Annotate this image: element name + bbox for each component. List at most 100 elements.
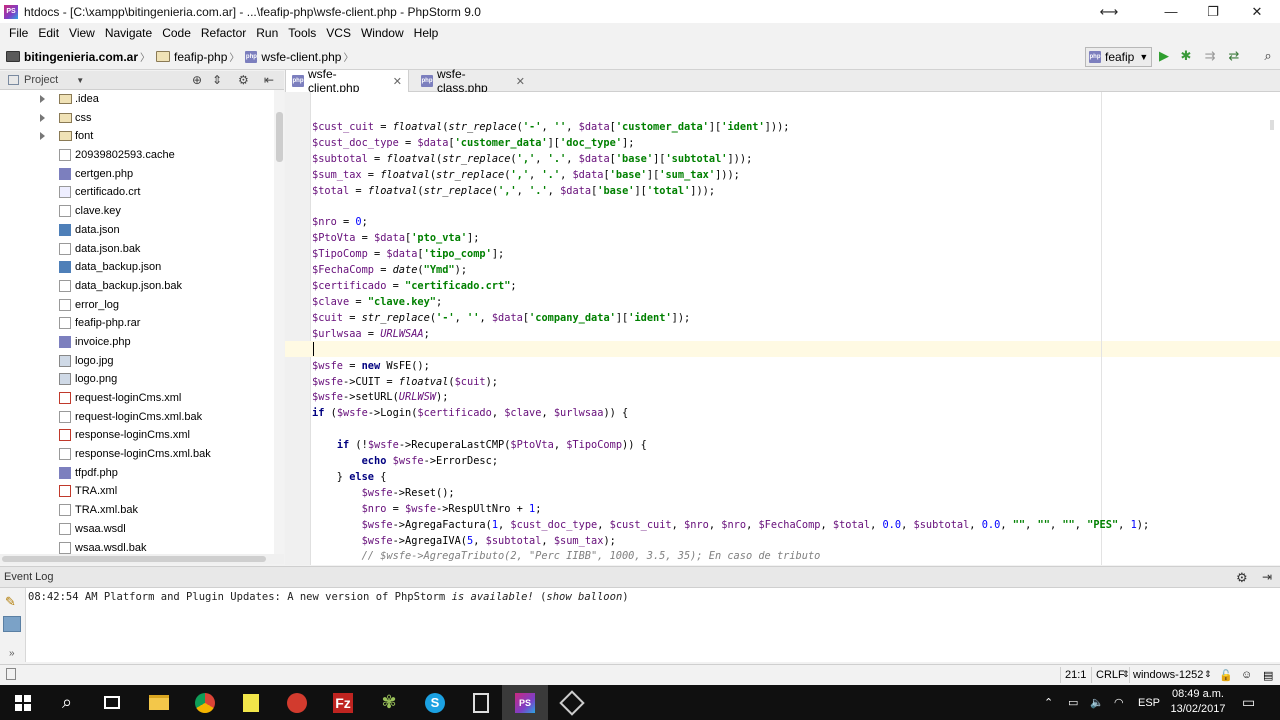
wrench-icon[interactable]: ✎: [5, 594, 16, 610]
wifi-icon[interactable]: ◠: [1114, 685, 1124, 720]
chevron-down-icon[interactable]: ▼: [76, 76, 84, 85]
code-line[interactable]: $certificado = "certificado.crt";: [312, 279, 1149, 295]
tree-file[interactable]: 20939802593.cache: [0, 146, 274, 165]
code-line[interactable]: $wsfe->Reset();: [312, 486, 1149, 502]
tree-file[interactable]: request-loginCms.xml: [0, 389, 274, 408]
menu-vcs[interactable]: VCS: [321, 26, 356, 40]
tree-folder[interactable]: css: [0, 109, 274, 128]
code-line[interactable]: if (!$wsfe->RecuperaLastCMP($PtoVta, $Ti…: [312, 438, 1149, 454]
restore-button[interactable]: ❐: [1190, 0, 1236, 23]
tool-icon[interactable]: ✾: [366, 685, 412, 720]
tree-folder[interactable]: font: [0, 127, 274, 146]
show-balloon-link[interactable]: show balloon: [546, 591, 622, 603]
menu-refactor[interactable]: Refactor: [196, 26, 251, 40]
caret-position[interactable]: 21:1: [1065, 669, 1086, 681]
code-line[interactable]: $sum_tax = floatval(str_replace(',', '.'…: [312, 168, 1149, 184]
show-hidden-icons[interactable]: ⌃: [1044, 685, 1053, 720]
project-panel-title[interactable]: Project: [24, 74, 58, 86]
chrome-icon[interactable]: [182, 685, 228, 720]
inspector-icon[interactable]: ☺: [1241, 669, 1252, 681]
tree-file[interactable]: data_backup.json.bak: [0, 277, 274, 296]
menu-edit[interactable]: Edit: [33, 26, 64, 40]
code-line[interactable]: $wsfe->AgregaFactura(1, $cust_doc_type, …: [312, 518, 1150, 534]
editor-gutter[interactable]: [285, 92, 311, 565]
minimize-button[interactable]: —: [1148, 0, 1194, 23]
tree-file[interactable]: feafip-php.rar: [0, 314, 274, 333]
action-center-icon[interactable]: ▭: [1242, 685, 1255, 720]
tree-file[interactable]: error_log: [0, 296, 274, 315]
project-scrollbar[interactable]: [274, 90, 284, 554]
tree-file[interactable]: response-loginCms.xml.bak: [0, 445, 274, 464]
skype-icon[interactable]: S: [412, 685, 458, 720]
tree-folder[interactable]: .idea: [0, 90, 274, 109]
menu-code[interactable]: Code: [157, 26, 196, 40]
chevron-right-icon[interactable]: [40, 113, 45, 122]
tree-file[interactable]: certgen.php: [0, 165, 274, 184]
menu-help[interactable]: Help: [409, 26, 444, 40]
code-line[interactable]: $wsfe->CUIT = floatval($cuit);: [312, 375, 1149, 391]
tab-wsfe-class[interactable]: php wsfe-class.php ✕: [415, 67, 531, 95]
tree-file[interactable]: TRA.xml.bak: [0, 501, 274, 520]
scrollbar-thumb[interactable]: [276, 112, 283, 162]
notification-icon[interactable]: ▤: [1263, 669, 1273, 682]
search-icon[interactable]: ⌕: [1260, 48, 1276, 64]
debug-icon[interactable]: ✱: [1178, 48, 1194, 64]
code-line[interactable]: $wsfe = new WsFE();: [312, 359, 1149, 375]
project-horizontal-scrollbar[interactable]: [0, 554, 284, 564]
code-text[interactable]: $cust_cuit = floatval(str_replace('-', '…: [312, 120, 1149, 565]
tree-file[interactable]: request-loginCms.xml.bak: [0, 408, 274, 427]
chevron-double-right-icon[interactable]: »: [9, 648, 15, 659]
mark-read-icon[interactable]: [3, 616, 21, 632]
tree-file[interactable]: wsaa.wsdl: [0, 520, 274, 539]
app-gear-icon[interactable]: [549, 685, 595, 720]
menu-navigate[interactable]: Navigate: [100, 26, 157, 40]
app-red-icon[interactable]: [274, 685, 320, 720]
code-line[interactable]: $nro = $wsfe->RespUltNro + 1;: [312, 502, 1149, 518]
code-line[interactable]: $FechaComp = date("Ymd");: [312, 263, 1149, 279]
editor-scrollbar[interactable]: [1268, 120, 1276, 560]
code-line[interactable]: $cuit = str_replace('-', '', $data['comp…: [312, 311, 1149, 327]
code-line[interactable]: $urlwsaa = URLWSAA;: [312, 327, 1149, 343]
tree-file[interactable]: response-loginCms.xml: [0, 426, 274, 445]
hide-panel-icon[interactable]: ⇤: [264, 73, 274, 87]
code-line[interactable]: $cust_cuit = floatval(str_replace('-', '…: [312, 120, 1149, 136]
tab-wsfe-client[interactable]: php wsfe-client.php ✕: [285, 67, 409, 95]
code-line[interactable]: $TipoComp = $data['tipo_comp'];: [312, 247, 1149, 263]
phpstorm-taskbar-icon[interactable]: PS: [502, 685, 548, 720]
collapse-icon[interactable]: ⇕: [212, 73, 222, 87]
project-tree[interactable]: .idea css font 20939802593.cache certgen.php…: [0, 90, 274, 554]
tree-file[interactable]: wsaa.wsdl.bak: [0, 539, 274, 555]
code-line[interactable]: if ($wsfe->Login($certificado, $clave, $…: [312, 406, 1149, 422]
filezilla-icon[interactable]: Fz: [320, 685, 366, 720]
file-explorer-icon[interactable]: [136, 685, 182, 720]
menu-file[interactable]: File: [4, 26, 33, 40]
task-view-icon[interactable]: [89, 685, 135, 720]
code-line[interactable]: ​: [312, 200, 1149, 216]
battery-icon[interactable]: ▭: [1068, 685, 1078, 720]
tree-file[interactable]: logo.jpg: [0, 352, 274, 371]
menu-run[interactable]: Run: [251, 26, 283, 40]
code-line[interactable]: $wsfe->setURL(URLWSW);: [312, 390, 1149, 406]
close-tab-icon[interactable]: ✕: [516, 75, 525, 88]
tree-file[interactable]: logo.png: [0, 370, 274, 389]
code-line[interactable]: $total = floatval(str_replace(',', '.', …: [312, 184, 1149, 200]
listen-debug-icon[interactable]: ⇉: [1202, 48, 1218, 64]
code-line[interactable]: echo $wsfe->ErrorDesc;: [312, 454, 1149, 470]
chevron-right-icon[interactable]: [40, 132, 45, 141]
chevron-right-icon[interactable]: [40, 95, 45, 103]
menu-tools[interactable]: Tools: [283, 26, 321, 40]
code-line[interactable]: $subtotal = floatval(str_replace(',', '.…: [312, 152, 1149, 168]
code-line[interactable]: $nro = 0;: [312, 215, 1149, 231]
scrollbar-thumb[interactable]: [2, 556, 266, 562]
resize-arrows-icon[interactable]: ⟷: [1086, 0, 1132, 23]
code-line[interactable]: $wsfe->AgregaIVA(5, $subtotal, $sum_tax)…: [312, 534, 1149, 550]
tool-window-icon[interactable]: [6, 668, 16, 680]
code-line[interactable]: ​: [312, 422, 1149, 438]
close-window-button[interactable]: ✕: [1234, 0, 1280, 23]
tree-file[interactable]: invoice.php: [0, 333, 274, 352]
run-configuration-select[interactable]: php feafip ▼: [1085, 47, 1152, 67]
breadcrumb-file[interactable]: php wsfe-client.php 〉: [245, 49, 357, 64]
clock[interactable]: 08:49 a.m. 13/02/2017: [1164, 687, 1232, 717]
tree-file[interactable]: data_backup.json: [0, 258, 274, 277]
lock-icon[interactable]: 🔓: [1219, 669, 1233, 682]
